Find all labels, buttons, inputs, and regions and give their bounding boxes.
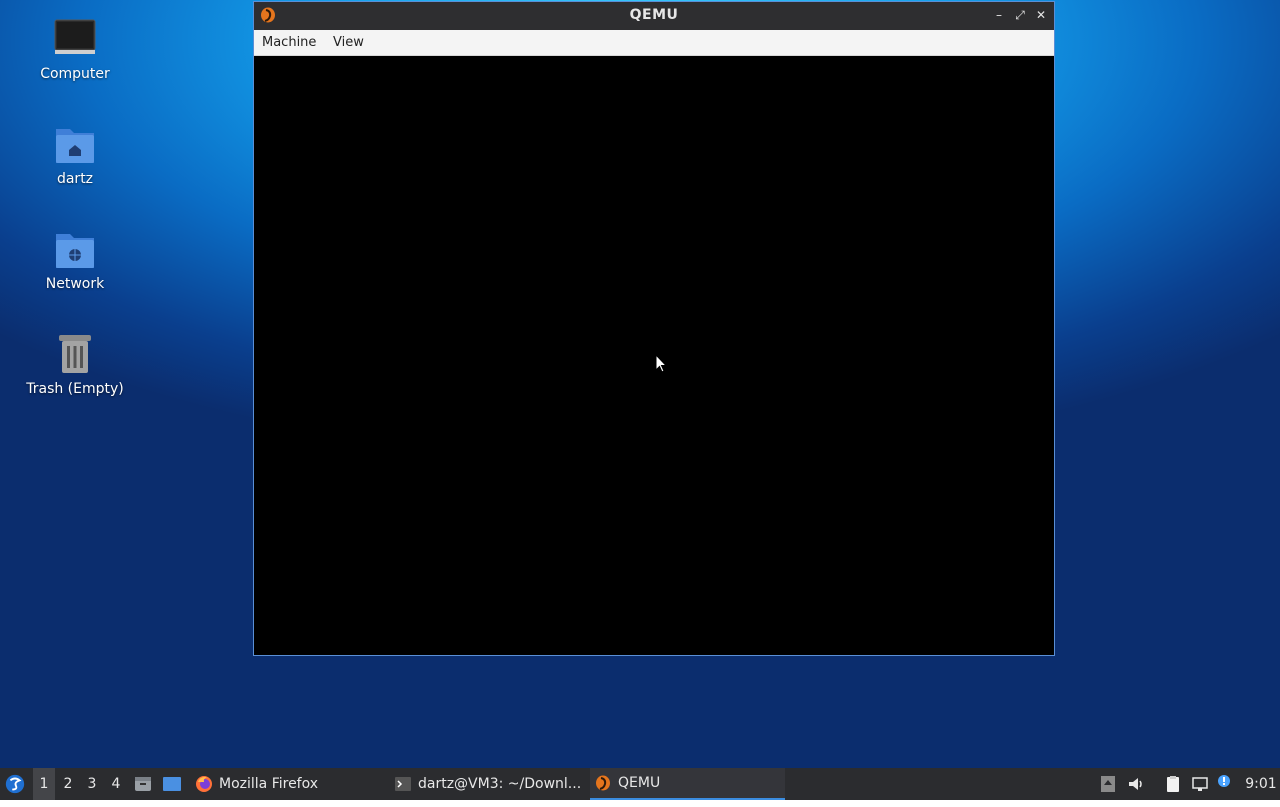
show-desktop-button[interactable] (162, 768, 184, 800)
notification-icon[interactable] (1216, 773, 1234, 791)
desktop-icon-trash[interactable]: Trash (Empty) (20, 333, 130, 397)
task-qemu[interactable]: QEMU (590, 768, 785, 800)
mouse-cursor-icon (655, 354, 667, 373)
workspace-1[interactable]: 1 (33, 768, 55, 800)
workspace-4[interactable]: 4 (105, 768, 127, 800)
file-manager-icon (135, 777, 151, 791)
trash-icon (59, 335, 91, 373)
qemu-window: QEMU – ⤢ ✕ Machine View (253, 1, 1055, 656)
window-title: QEMU (629, 7, 679, 23)
task-label: dartz@VM3: ~/Downl... (418, 776, 582, 792)
minimize-button[interactable]: – (991, 7, 1007, 23)
terminal-icon (395, 777, 411, 791)
start-menu-icon (5, 774, 25, 794)
firefox-icon (196, 776, 212, 792)
close-button[interactable]: ✕ (1033, 7, 1049, 23)
desktop-icon-home[interactable]: dartz (20, 123, 130, 187)
computer-icon (54, 19, 96, 54)
taskbar: 1 2 3 4 Mozilla Firefox dartz@VM3: ~/Dow… (0, 768, 1280, 800)
vm-display[interactable] (254, 56, 1054, 655)
window-titlebar[interactable]: QEMU – ⤢ ✕ (254, 2, 1054, 30)
desktop-icon-label: Network (45, 276, 105, 292)
desktop-icon-computer[interactable]: Computer (20, 18, 130, 82)
clipboard-icon[interactable] (1164, 775, 1182, 793)
qemu-icon (596, 775, 610, 791)
desktop: Computer dartz Network Trash (Empty) QEM… (0, 0, 1280, 768)
task-firefox[interactable]: Mozilla Firefox (193, 768, 390, 800)
workspace-2[interactable]: 2 (57, 768, 79, 800)
menu-machine[interactable]: Machine (262, 35, 316, 50)
app-menu-button[interactable] (4, 768, 28, 800)
menubar: Machine View (254, 30, 1054, 56)
workspace-3[interactable]: 3 (81, 768, 103, 800)
clock[interactable]: 9:01 (1244, 768, 1278, 800)
desktop-icon-network[interactable]: Network (20, 228, 130, 292)
eject-icon[interactable] (1099, 775, 1117, 793)
file-manager-launcher[interactable] (133, 768, 155, 800)
desktop-icon-label: Trash (Empty) (26, 381, 124, 397)
network-status-icon[interactable] (1191, 775, 1209, 793)
desktop-icon-label: dartz (56, 171, 94, 187)
volume-icon[interactable] (1127, 775, 1145, 793)
maximize-button[interactable]: ⤢ (1012, 7, 1028, 23)
home-folder-icon (56, 129, 94, 163)
network-folder-icon (56, 234, 94, 268)
task-terminal[interactable]: dartz@VM3: ~/Downl... (394, 768, 584, 800)
desktop-icon-label: Computer (40, 66, 110, 82)
menu-view[interactable]: View (333, 35, 364, 50)
desktop-icon (163, 777, 181, 791)
task-label: Mozilla Firefox (219, 776, 319, 792)
task-label: QEMU (618, 775, 661, 791)
